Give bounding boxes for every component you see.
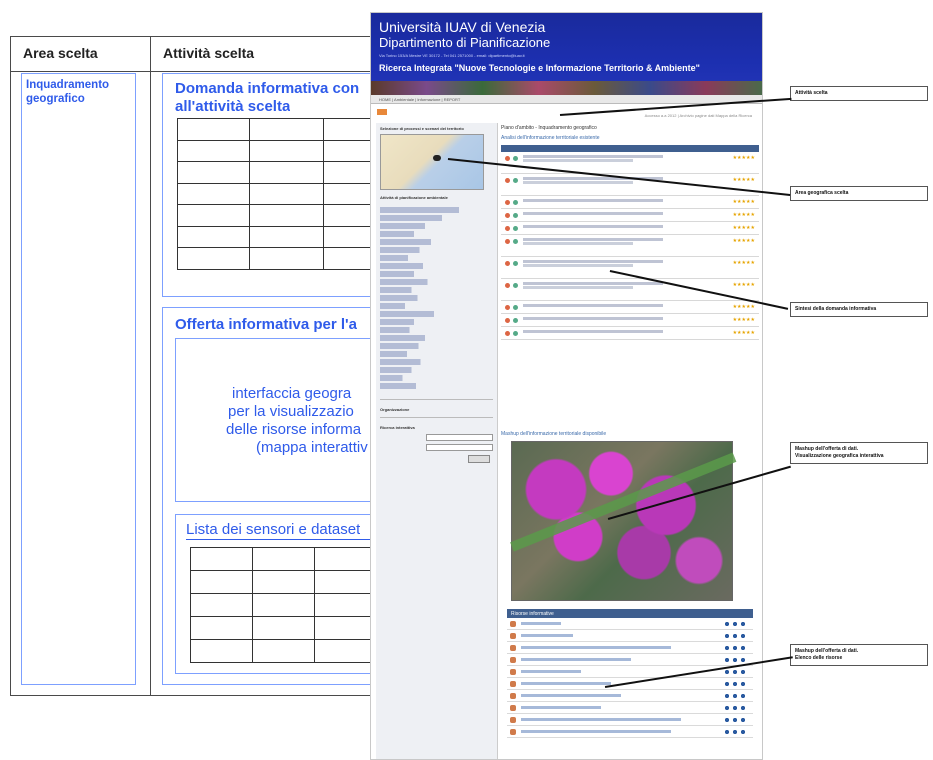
callout-mashup-map: Mashup dell'offerta di dati. Visualizzazi… (790, 442, 928, 464)
list-item[interactable] (507, 702, 753, 714)
list-item[interactable] (507, 714, 753, 726)
heatmap-road (510, 452, 737, 552)
interactive-heatmap[interactable] (510, 441, 737, 601)
search-field-2[interactable] (426, 444, 493, 451)
table-row[interactable]: ★★★★★ (501, 152, 759, 174)
offer-title: Offerta informativa per l'a (175, 316, 357, 333)
wireframe-column-divider (150, 37, 151, 695)
list-item[interactable] (507, 690, 753, 702)
callout-mashup-list: Mashup dell'offerta di dati. Elenco delle… (790, 644, 928, 666)
site-banner: Università IUAV di Venezia Dipartimento … (371, 13, 762, 95)
search-field-1[interactable] (426, 434, 493, 441)
info-table: ★★★★★ ★★★★★ ★★★★★ ★★★★★ ★★★★★ ★★★★★ ★★★★… (501, 152, 759, 340)
callout-sintesi: Sintesi della domanda informativa (790, 302, 928, 317)
list-item[interactable] (507, 726, 753, 738)
table-row[interactable]: ★★★★★ (501, 209, 759, 222)
activity-column-title: Attività scelta (163, 45, 255, 61)
area-list: Inquadramento geografico (21, 73, 136, 685)
list-item[interactable] (507, 618, 753, 630)
main-title: Piano d'ambito - Inquadramento geografic… (501, 125, 597, 131)
site-main-column: Piano d'ambito - Inquadramento geografic… (501, 123, 759, 759)
header-contact: Via Torino 153/A Mestre VE 30172 - Tel 0… (379, 53, 525, 58)
area-column-title: Area scelta (23, 45, 98, 61)
table-row[interactable]: ★★★★★ (501, 222, 759, 235)
map-text-4: (mappa interattiv (256, 439, 368, 456)
left-separator (380, 399, 493, 400)
area-item-inquadramento[interactable]: Inquadramento geografico (22, 74, 135, 110)
university-name: Università IUAV di Venezia (379, 19, 546, 35)
main-subtitle: Analisi dell'informazione territoriale e… (501, 135, 600, 141)
search-button[interactable] (468, 455, 490, 463)
left-list-header: Attività di pianificazione ambientale (380, 195, 448, 200)
table-row[interactable]: ★★★★★ (501, 301, 759, 314)
site-nav[interactable]: HOME | Ambientale | Informazione | REPOR… (371, 95, 762, 104)
table-row[interactable]: ★★★★★ (501, 327, 759, 340)
callout-attivita: Attività scelta (790, 86, 928, 101)
resources-table: Risorse informative (507, 609, 753, 738)
location-marker-icon (433, 155, 441, 161)
mini-map[interactable] (380, 134, 484, 190)
sensors-title-underline (186, 539, 386, 540)
project-title: Ricerca Integrata "Nuove Tecnologie e In… (379, 63, 700, 73)
banner-image-strip (371, 81, 762, 95)
info-table-header (501, 145, 759, 152)
resources-header: Risorse informative (507, 609, 753, 618)
sensors-title: Lista dei sensori e dataset (186, 521, 361, 538)
map-text-2: per la visualizzazio (228, 403, 354, 420)
list-item[interactable] (507, 678, 753, 690)
activity-link-list[interactable] (376, 201, 497, 395)
callout-area: Area geografica scelta (790, 186, 928, 201)
list-item[interactable] (507, 654, 753, 666)
map-text-1: interfaccia geogra (232, 385, 352, 402)
department-name: Dipartimento di Pianificazione (379, 35, 551, 50)
left-header: Selezione di processi e scenari del terr… (380, 126, 464, 131)
left-separator-2 (380, 417, 493, 418)
list-item[interactable] (507, 642, 753, 654)
map-text-3: delle risorse informa (226, 421, 362, 438)
left-search-title: Ricerca interattiva (380, 425, 415, 430)
demand-title-line1: Domanda informativa con (175, 80, 360, 97)
demand-title-line2: all'attività scelta (175, 98, 291, 115)
site-left-column: Selezione di processi e scenari del terr… (376, 123, 498, 759)
table-row[interactable]: ★★★★★ (501, 196, 759, 209)
table-row[interactable]: ★★★★★ (501, 314, 759, 327)
left-section-title: Organizzazione (380, 407, 410, 412)
website-screenshot: Università IUAV di Venezia Dipartimento … (370, 12, 763, 760)
list-item[interactable] (507, 630, 753, 642)
table-row[interactable]: ★★★★★ (501, 235, 759, 257)
table-row[interactable]: ★★★★★ (501, 279, 759, 301)
heatmap-title: Mashup dell'informazione territoriale di… (501, 431, 607, 437)
